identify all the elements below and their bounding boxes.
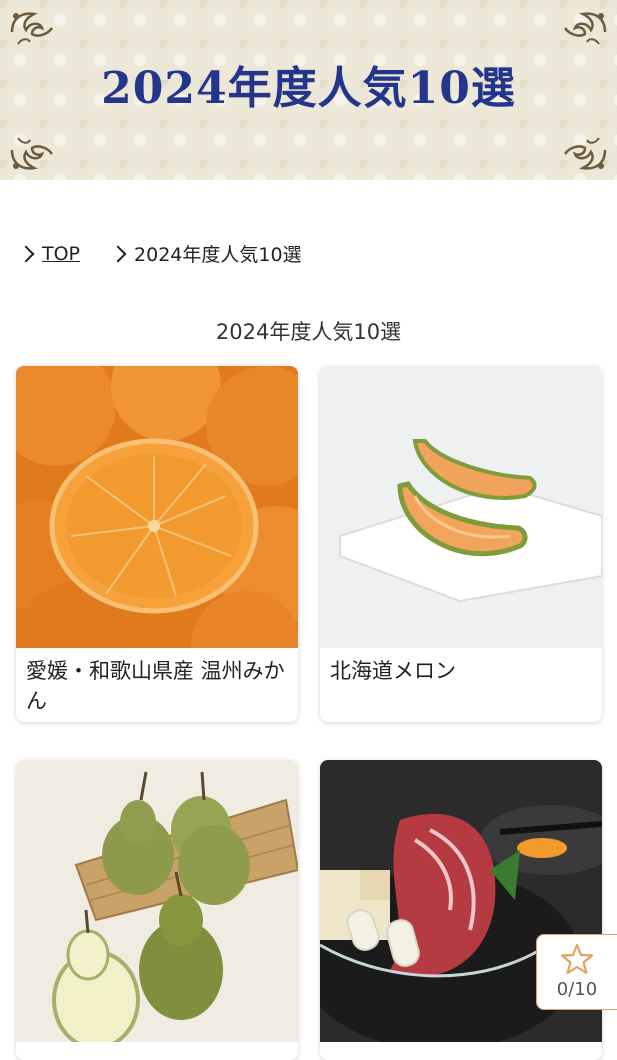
product-name[interactable] xyxy=(16,1042,298,1060)
ornament-icon xyxy=(8,126,56,174)
product-image[interactable] xyxy=(320,366,602,648)
banner-title: 2024年度人気10選 xyxy=(101,63,516,114)
favorites-button[interactable]: 0/10 xyxy=(536,934,617,1010)
ornament-icon xyxy=(561,126,609,174)
breadcrumb-current-label: 2024年度人気10選 xyxy=(134,244,302,266)
product-card[interactable]: 愛媛・和歌山県産 温州みかん xyxy=(16,366,298,722)
breadcrumb-top[interactable]: TOP xyxy=(17,243,80,265)
product-name[interactable] xyxy=(320,1042,602,1060)
breadcrumb: TOP 2024年度人気10選 xyxy=(17,240,302,267)
chevron-right-icon xyxy=(109,245,127,263)
favorites-count: 0/10 xyxy=(556,979,598,1000)
ornament-icon xyxy=(8,8,56,56)
product-card[interactable] xyxy=(320,760,602,1060)
product-name[interactable]: 北海道メロン xyxy=(320,648,602,696)
product-image[interactable] xyxy=(16,760,298,1042)
product-card[interactable]: 北海道メロン xyxy=(320,366,602,722)
top-link[interactable]: TOP xyxy=(42,243,80,265)
star-icon xyxy=(561,943,593,975)
product-name[interactable]: 愛媛・和歌山県産 温州みかん xyxy=(16,648,298,722)
section-title: 2024年度人気10選 xyxy=(215,320,402,344)
breadcrumb-current: 2024年度人気10選 xyxy=(109,240,302,267)
header-banner: 2024年度人気10選 xyxy=(0,0,617,180)
product-image[interactable] xyxy=(16,366,298,648)
chevron-right-icon xyxy=(17,245,35,263)
ornament-icon xyxy=(561,8,609,56)
product-card[interactable] xyxy=(16,760,298,1060)
